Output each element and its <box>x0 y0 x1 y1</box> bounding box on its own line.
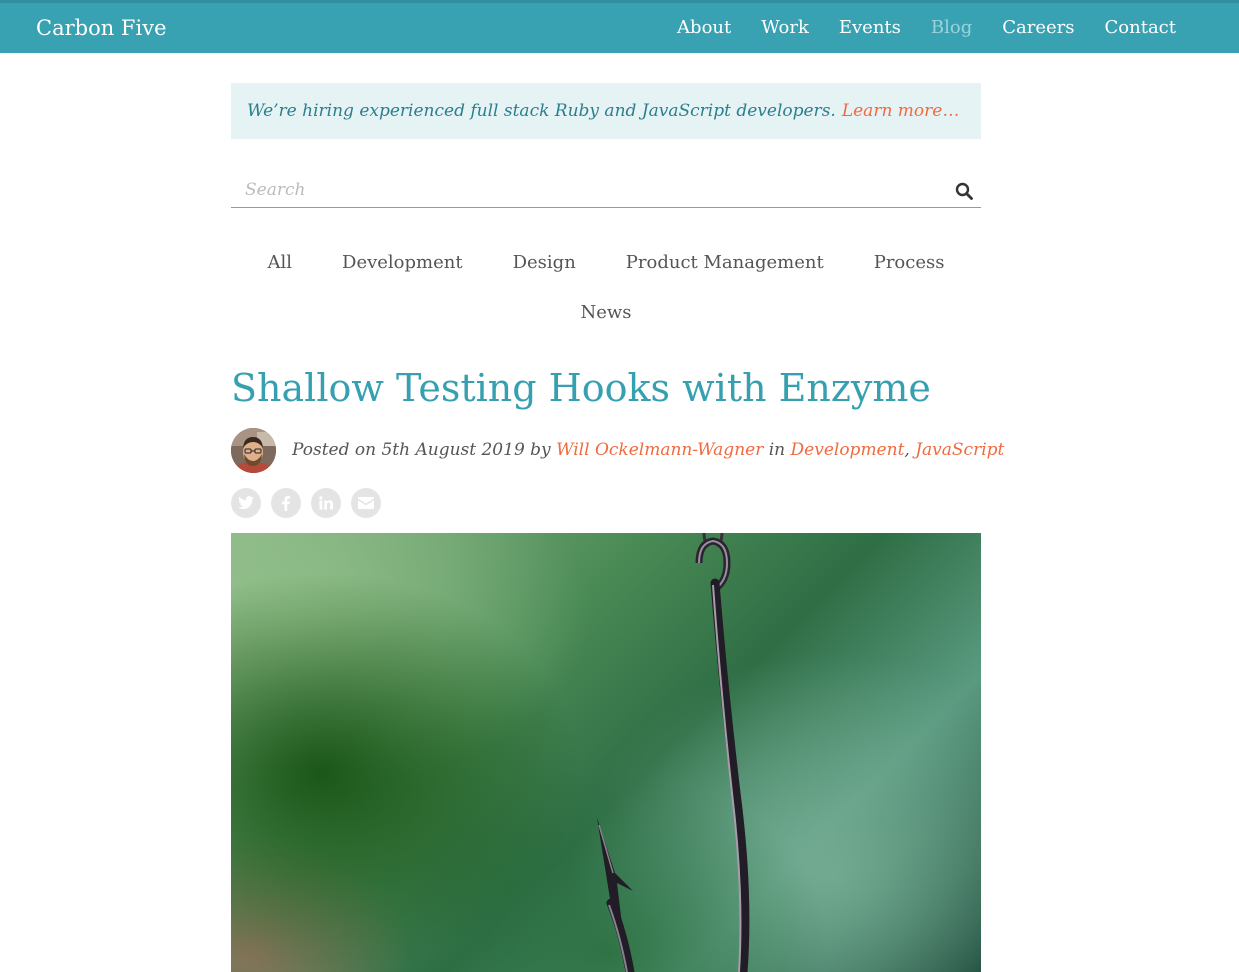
facebook-icon[interactable] <box>271 488 301 518</box>
twitter-icon[interactable] <box>231 488 261 518</box>
author-avatar[interactable] <box>231 428 276 473</box>
category-link-javascript[interactable]: JavaScript <box>915 440 1004 460</box>
nav-blog[interactable]: Blog <box>931 15 972 41</box>
category-all[interactable]: All <box>268 248 293 278</box>
meta-in: in <box>768 440 786 460</box>
nav-contact[interactable]: Contact <box>1105 15 1176 41</box>
category-development[interactable]: Development <box>342 248 463 278</box>
category-news[interactable]: News <box>580 298 631 328</box>
brand-logo[interactable]: Carbon Five <box>36 15 167 41</box>
post-hero-image <box>231 533 981 972</box>
category-link-development[interactable]: Development <box>791 440 905 460</box>
post-meta: Posted on 5th August 2019 by Will Ockelm… <box>292 438 1004 462</box>
category-row: All Development Design Product Managemen… <box>231 248 981 298</box>
category-process[interactable]: Process <box>874 248 945 278</box>
search-icon[interactable] <box>955 182 973 200</box>
category-design[interactable]: Design <box>513 248 576 278</box>
nav-careers[interactable]: Careers <box>1002 15 1074 41</box>
post-date: Posted on 5th August 2019 by <box>292 440 551 460</box>
category-product-management[interactable]: Product Management <box>626 248 824 278</box>
search-bar <box>231 173 981 208</box>
category-row: News <box>231 298 981 348</box>
meta-separator: , <box>904 440 910 460</box>
category-filter: All Development Design Product Managemen… <box>231 248 981 348</box>
main-nav: About Work Events Blog Careers Contact <box>677 15 1176 41</box>
hiring-banner-text: We’re hiring experienced full stack Ruby… <box>247 101 836 121</box>
nav-work[interactable]: Work <box>761 15 809 41</box>
nav-events[interactable]: Events <box>839 15 901 41</box>
site-header: Carbon Five About Work Events Blog Caree… <box>0 0 1239 53</box>
nav-about[interactable]: About <box>677 15 731 41</box>
fishing-hook-image <box>597 533 750 972</box>
email-icon[interactable] <box>351 488 381 518</box>
search-input[interactable] <box>243 177 933 203</box>
share-icons <box>231 488 381 518</box>
author-link[interactable]: Will Ockelmann-Wagner <box>556 440 763 460</box>
learn-more-link[interactable]: Learn more… <box>842 101 960 121</box>
post-title[interactable]: Shallow Testing Hooks with Enzyme <box>231 364 931 412</box>
linkedin-icon[interactable] <box>311 488 341 518</box>
hiring-banner: We’re hiring experienced full stack Ruby… <box>231 83 981 139</box>
